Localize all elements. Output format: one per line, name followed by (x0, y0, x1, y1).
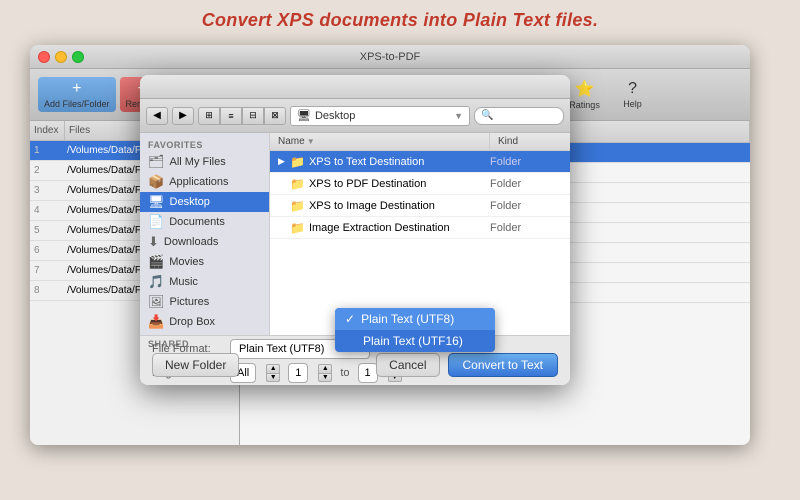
folder-icon: 📁 (290, 155, 305, 169)
folder-icon: 🖼 (148, 294, 165, 310)
folder-icon: 📁 (290, 221, 305, 235)
sidebar-item-downloads[interactable]: ⬇ Downloads (140, 232, 269, 252)
fp-file-kind: Folder (490, 156, 570, 168)
close-button[interactable] (38, 51, 50, 63)
format-dropdown: ✓ Plain Text (UTF8) Plain Text (UTF16) (335, 308, 495, 352)
fp-file-kind: Folder (490, 178, 570, 190)
dialog-buttons: New Folder Cancel Convert to Text (140, 353, 570, 377)
format-option-utf8[interactable]: ✓ Plain Text (UTF8) (335, 308, 495, 330)
file-index: 6 (30, 245, 65, 256)
folder-icon: 📁 (290, 199, 305, 213)
fp-file-list: ▶ 📁 XPS to Text Destination Folder 📁 XPS… (270, 151, 570, 239)
folder-icon: 🎵 (148, 274, 164, 290)
fp-file-kind: Folder (490, 200, 570, 212)
traffic-lights (38, 51, 84, 63)
folder-icon: 🖥 (148, 194, 165, 210)
cancel-button[interactable]: Cancel (376, 353, 439, 377)
folder-icon: 📥 (148, 314, 164, 330)
sidebar-item-music[interactable]: 🎵 Music (140, 272, 269, 292)
sidebar-item-all-my-files[interactable]: 🗂 All My Files (140, 152, 269, 172)
file-index: 8 (30, 285, 65, 296)
convert-to-text-dialog-button[interactable]: Convert to Text (448, 353, 558, 377)
fp-file-row[interactable]: 📁 XPS to Image Destination Folder (270, 195, 570, 217)
file-picker-body: FAVORITES 🗂 All My Files 📦 Applications 🖥 Des… (140, 133, 570, 335)
column-view-button[interactable]: ⊟ (242, 107, 264, 125)
folder-icon: 📦 (148, 174, 164, 190)
title-bar: XPS-to-PDF (30, 45, 750, 69)
file-picker-toolbar: ◀ ▶ ⊞ ≡ ⊟ ⊠ 🖥 Desktop ▼ 🔍 (140, 99, 570, 133)
index-column-header: Index (30, 121, 65, 140)
fp-file-kind: Folder (490, 222, 570, 234)
sidebar-item-desktop[interactable]: 🖥 Desktop (140, 192, 269, 212)
file-index: 4 (30, 205, 65, 216)
file-index: 7 (30, 265, 65, 276)
fp-file-row[interactable]: 📁 Image Extraction Destination Folder (270, 217, 570, 239)
list-view-button[interactable]: ≡ (220, 107, 242, 125)
folder-icon: 📄 (148, 214, 164, 230)
format-option-utf16[interactable]: Plain Text (UTF16) (335, 330, 495, 352)
back-button[interactable]: ◀ (146, 107, 168, 125)
maximize-button[interactable] (72, 51, 84, 63)
favorites-section-label: FAVORITES (140, 137, 269, 152)
name-column-header: Name ▼ (270, 133, 490, 150)
minimize-button[interactable] (55, 51, 67, 63)
search-input[interactable]: 🔍 (474, 107, 564, 125)
sidebar-item-label: Pictures (170, 296, 210, 308)
sidebar-item-applications[interactable]: 📦 Applications (140, 172, 269, 192)
filelist-header: Name ▼ Kind (270, 133, 570, 151)
sidebar-item-label: Downloads (164, 236, 218, 248)
file-index: 5 (30, 225, 65, 236)
icon-view-button[interactable]: ⊞ (198, 107, 220, 125)
folder-icon: 📁 (290, 177, 305, 191)
disclosure-arrow: ▶ (278, 156, 290, 167)
sidebar-item-pictures[interactable]: 🖼 Pictures (140, 292, 269, 312)
fp-file-name: 📁 Image Extraction Destination (290, 221, 490, 235)
file-index: 2 (30, 165, 65, 176)
fp-file-row[interactable]: ▶ 📁 XPS to Text Destination Folder (270, 151, 570, 173)
folder-icon: 🗂 (148, 154, 165, 170)
fp-file-name: 📁 XPS to Image Destination (290, 199, 490, 213)
location-bar[interactable]: 🖥 Desktop ▼ (290, 106, 470, 126)
new-folder-button[interactable]: New Folder (152, 353, 239, 377)
view-buttons: ⊞ ≡ ⊟ ⊠ (198, 107, 286, 125)
kind-column-header: Kind (490, 136, 570, 147)
sidebar-item-label: Desktop (170, 196, 210, 208)
window-title: XPS-to-PDF (360, 51, 421, 63)
folder-icon: ⬇ (148, 234, 159, 250)
sidebar-item-documents[interactable]: 📄 Documents (140, 212, 269, 232)
sidebar-items: 🗂 All My Files 📦 Applications 🖥 Desktop 📄 Docum… (140, 152, 269, 332)
sidebar-item-label: All My Files (170, 156, 226, 168)
fp-file-name: 📁 XPS to Text Destination (290, 155, 490, 169)
file-picker-filelist: Name ▼ Kind ▶ 📁 XPS to Text Destination … (270, 133, 570, 335)
sidebar-item-label: Documents (169, 216, 225, 228)
file-picker-sidebar: FAVORITES 🗂 All My Files 📦 Applications 🖥 Des… (140, 133, 270, 335)
sidebar-item-label: Movies (169, 256, 204, 268)
file-index: 1 (30, 145, 65, 156)
folder-icon: 🎬 (148, 254, 164, 270)
file-picker-titlebar (140, 75, 570, 99)
page-title: Convert XPS documents into Plain Text fi… (0, 0, 800, 39)
fp-file-name: 📁 XPS to PDF Destination (290, 177, 490, 191)
checkmark-icon: ✓ (345, 312, 355, 326)
fp-file-row[interactable]: 📁 XPS to PDF Destination Folder (270, 173, 570, 195)
sidebar-item-label: Drop Box (169, 316, 215, 328)
sidebar-item-label: Applications (169, 176, 228, 188)
sidebar-item-label: Music (169, 276, 198, 288)
forward-button[interactable]: ▶ (172, 107, 194, 125)
sidebar-item-drop-box[interactable]: 📥 Drop Box (140, 312, 269, 332)
add-files-button[interactable]: + Add Files/Folder (38, 77, 116, 112)
cover-flow-button[interactable]: ⊠ (264, 107, 286, 125)
sidebar-item-movies[interactable]: 🎬 Movies (140, 252, 269, 272)
help-button[interactable]: ? Help (611, 77, 655, 112)
file-index: 3 (30, 185, 65, 196)
